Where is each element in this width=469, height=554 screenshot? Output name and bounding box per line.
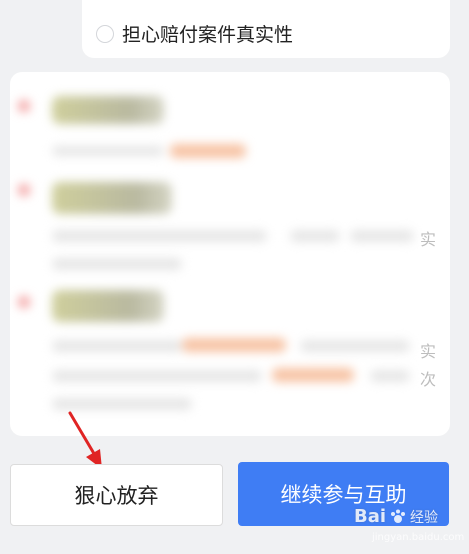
highlight-text (272, 368, 354, 382)
watermark-url: jingyan.baidu.com (372, 532, 465, 543)
watermark-suffix: 经验 (410, 509, 439, 526)
paw-icon (391, 509, 406, 523)
truncated-char: 实 (419, 342, 436, 361)
text-line (300, 340, 410, 352)
text-line (370, 370, 410, 382)
baidu-jingyan-watermark: Bai 经验 (354, 506, 438, 527)
text-line (52, 258, 182, 270)
text-line (52, 146, 164, 156)
avatar-placeholder (52, 182, 172, 214)
text-line (52, 340, 182, 352)
text-line (52, 230, 267, 242)
text-line (350, 230, 414, 242)
truncated-char: 实 (419, 230, 436, 249)
blurred-content (10, 72, 450, 436)
text-line (290, 230, 340, 242)
give-up-button[interactable]: 狠心放弃 (10, 464, 223, 526)
marker-dot (18, 184, 30, 196)
text-line (52, 370, 262, 382)
highlight-text (170, 144, 246, 158)
avatar-placeholder (52, 96, 164, 124)
reason-option-label: 担心赔付案件真实性 (122, 24, 294, 46)
watermark-brand: Bai (354, 506, 387, 527)
radio-button[interactable] (96, 24, 114, 43)
blurred-content-card: 实 实 次 (10, 72, 450, 436)
page: 担心赔付案件真实性 实 实 次 狠心放弃 继续参与互助 Bai 经验 jingy… (0, 0, 469, 554)
truncated-char: 次 (419, 370, 436, 389)
reason-option-concern-claim[interactable]: 担心赔付案件真实性 (96, 20, 293, 47)
marker-dot (18, 296, 30, 308)
avatar-placeholder (52, 290, 164, 322)
highlight-text (182, 338, 286, 352)
marker-dot (18, 100, 30, 112)
reason-option-card: 担心赔付案件真实性 (82, 0, 450, 58)
